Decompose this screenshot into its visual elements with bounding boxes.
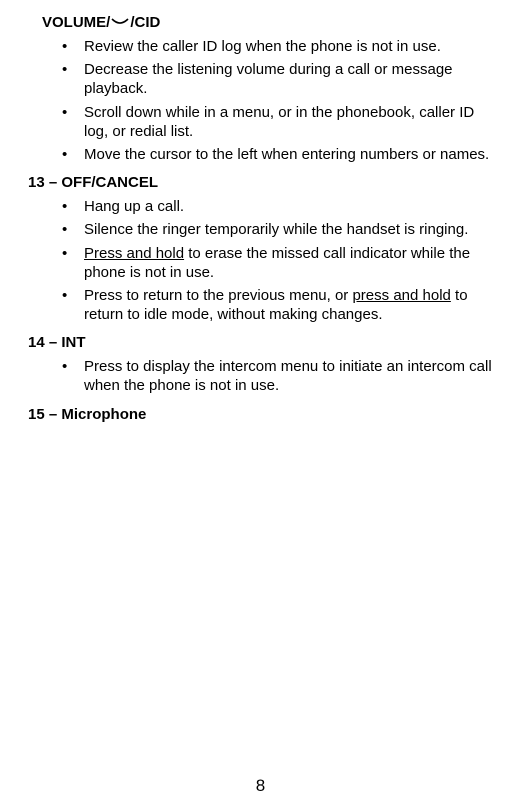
section-header-off-cancel: 13 – OFF/CANCEL xyxy=(28,174,493,191)
int-bullet-list: Press to display the intercom menu to in… xyxy=(28,357,493,395)
list-text: Review the caller ID log when the phone … xyxy=(84,38,441,55)
down-arc-icon xyxy=(111,14,129,31)
section-header-volume: VOLUME/ /CID xyxy=(28,14,493,31)
list-text: Scroll down while in a menu, or in the p… xyxy=(84,104,474,140)
page-number: 8 xyxy=(0,776,521,796)
list-text: Move the cursor to the left when enterin… xyxy=(84,146,489,163)
list-item: Press to return to the previous menu, or… xyxy=(62,286,493,324)
off-cancel-bullet-list: Hang up a call. Silence the ringer tempo… xyxy=(28,197,493,324)
underlined-text: press and hold xyxy=(352,287,450,304)
list-item: Review the caller ID log when the phone … xyxy=(62,37,493,56)
list-item: Silence the ringer temporarily while the… xyxy=(62,220,493,239)
volume-header-post: /CID xyxy=(130,14,160,31)
list-text: Hang up a call. xyxy=(84,198,184,215)
underlined-text: Press and hold xyxy=(84,245,184,262)
section-header-microphone: 15 – Microphone xyxy=(28,406,493,423)
list-item: Hang up a call. xyxy=(62,197,493,216)
list-item: Scroll down while in a menu, or in the p… xyxy=(62,103,493,141)
list-item: Press and hold to erase the missed call … xyxy=(62,244,493,282)
list-text: Press to return to the previous menu, or xyxy=(84,287,352,304)
list-text: Press to display the intercom menu to in… xyxy=(84,358,492,394)
section-header-int: 14 – INT xyxy=(28,334,493,351)
list-item: Press to display the intercom menu to in… xyxy=(62,357,493,395)
page-container: VOLUME/ /CID Review the caller ID log wh… xyxy=(0,0,521,812)
list-text: Silence the ringer temporarily while the… xyxy=(84,221,468,238)
list-text: Decrease the listening volume during a c… xyxy=(84,61,453,97)
list-item: Decrease the listening volume during a c… xyxy=(62,60,493,98)
volume-header-pre: VOLUME/ xyxy=(42,14,110,31)
volume-bullet-list: Review the caller ID log when the phone … xyxy=(28,37,493,164)
list-item: Move the cursor to the left when enterin… xyxy=(62,145,493,164)
